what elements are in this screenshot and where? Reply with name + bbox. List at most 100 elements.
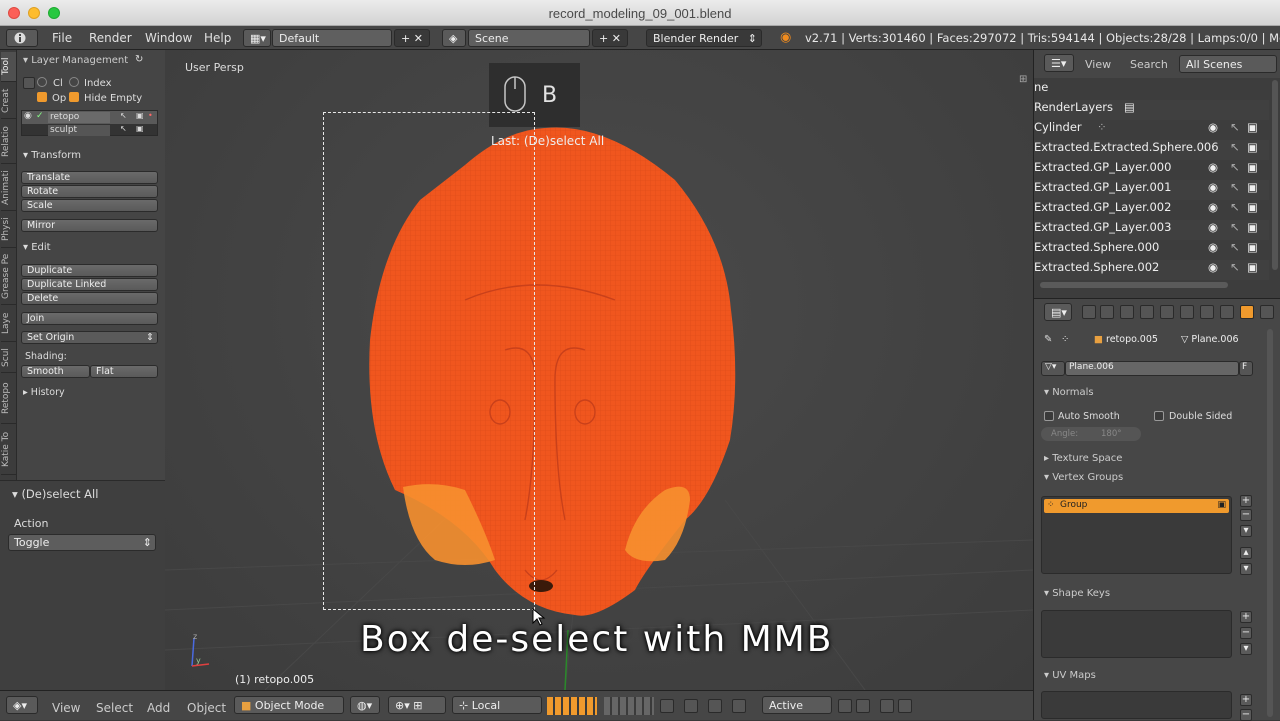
- outliner-row[interactable]: Cylinder ⁘ ◉ ↖ ▣: [1034, 120, 1269, 140]
- flat-button[interactable]: Flat: [90, 365, 158, 378]
- rotate-button[interactable]: Rotate: [21, 185, 158, 198]
- vertex-group-item[interactable]: ⁘ Group ▣: [1044, 499, 1229, 513]
- outliner-row[interactable]: Extracted.GP_Layer.003 ◉ ↖ ▣: [1034, 220, 1269, 240]
- layer-name[interactable]: retopo: [48, 112, 110, 123]
- snap-target-select[interactable]: Active: [762, 696, 832, 714]
- duplicate-linked-button[interactable]: Duplicate Linked: [21, 278, 158, 291]
- outliner-row[interactable]: Extracted.Extracted.Sphere.006 ↖ ▣: [1034, 140, 1269, 160]
- close-icon[interactable]: ✕: [612, 32, 621, 45]
- tab-layers[interactable]: Laye: [1, 306, 16, 342]
- properties-type-button[interactable]: ▤▾: [1044, 303, 1072, 321]
- outliner-search-menu[interactable]: Search: [1130, 58, 1168, 71]
- scene-field[interactable]: Scene: [468, 29, 590, 47]
- remove-shape-key-button[interactable]: −: [1240, 627, 1252, 639]
- wrench-icon[interactable]: [1220, 305, 1234, 319]
- pointer-icon[interactable]: ↖: [1230, 160, 1240, 174]
- outliner-row[interactable]: RenderLayers ▤: [1034, 100, 1269, 120]
- eye-icon[interactable]: ◉: [1208, 260, 1218, 274]
- orientation-select[interactable]: ⊹ Local: [452, 696, 542, 714]
- camera-icon[interactable]: ▣: [1247, 140, 1258, 154]
- edit-panel-header[interactable]: ▾ Edit: [23, 242, 51, 253]
- tab-create[interactable]: Creat: [1, 83, 16, 119]
- editor-type-button[interactable]: ◈▾: [6, 696, 38, 714]
- outliner-scrollbar[interactable]: [1040, 282, 1228, 288]
- mesh-data-tab-icon[interactable]: [1240, 305, 1254, 319]
- uv-maps-panel-header[interactable]: ▾ UV Maps: [1044, 670, 1096, 681]
- layer-management-header[interactable]: ▾ Layer Management: [23, 55, 128, 66]
- pointer-icon[interactable]: ↖: [1230, 140, 1240, 154]
- tab-grease-pencil[interactable]: Grease Pe: [1, 249, 16, 305]
- modifiers-tab-icon[interactable]: [1200, 305, 1214, 319]
- eye-icon[interactable]: ◉: [1208, 200, 1218, 214]
- hide-empty-checkbox[interactable]: [69, 92, 79, 102]
- texture-space-panel-header[interactable]: ▸ Texture Space: [1044, 453, 1122, 464]
- outliner-row[interactable]: Extracted.GP_Layer.002 ◉ ↖ ▣: [1034, 200, 1269, 220]
- mirror-button[interactable]: Mirror: [21, 219, 158, 232]
- join-button[interactable]: Join: [21, 312, 158, 325]
- camera-icon[interactable]: ▣: [1247, 220, 1258, 234]
- angle-slider[interactable]: Angle: 180°: [1041, 427, 1141, 441]
- mode-select[interactable]: ■ Object Mode: [234, 696, 344, 714]
- pointer-icon[interactable]: ↖: [1230, 260, 1240, 274]
- tab-tool[interactable]: Tool: [1, 52, 16, 82]
- mesh-browse-button[interactable]: ▽▾: [1041, 361, 1065, 376]
- layout-selector[interactable]: ▦▾: [243, 29, 271, 47]
- lock-icon[interactable]: ▣: [136, 111, 144, 120]
- ci-radio[interactable]: [37, 77, 47, 87]
- scene-add-remove[interactable]: + ✕: [592, 29, 628, 47]
- camera-icon[interactable]: ▣: [1247, 120, 1258, 134]
- render-tab-icon[interactable]: [1082, 305, 1096, 319]
- layer-name[interactable]: sculpt: [48, 125, 110, 136]
- shading-select[interactable]: ◍▾: [350, 696, 380, 714]
- eye-icon[interactable]: ◉: [1208, 220, 1218, 234]
- layer-buttons[interactable]: [604, 697, 654, 715]
- layer-row[interactable]: sculpt ↖ ▣: [22, 124, 157, 137]
- menu-help[interactable]: Help: [204, 31, 231, 45]
- menu-render[interactable]: Render: [89, 31, 132, 45]
- outliner-row[interactable]: Extracted.Sphere.002 ◉ ↖ ▣: [1034, 260, 1269, 280]
- refresh-icon[interactable]: ↻: [135, 54, 143, 65]
- add-shape-key-button[interactable]: +: [1240, 611, 1252, 623]
- plus-icon[interactable]: ⊞: [1019, 74, 1027, 85]
- pointer-icon[interactable]: ↖: [1230, 180, 1240, 194]
- material-tab-icon[interactable]: [1260, 305, 1274, 319]
- outliner-type-button[interactable]: ☰▾: [1044, 54, 1074, 72]
- transform-panel-header[interactable]: ▾ Transform: [23, 150, 81, 161]
- editor-type-button[interactable]: [6, 29, 38, 47]
- outliner-scope-select[interactable]: All Scenes: [1179, 55, 1277, 73]
- scene-selector[interactable]: ◈: [442, 29, 466, 47]
- delete-button[interactable]: Delete: [21, 292, 158, 305]
- tab-katie-tools[interactable]: Katie To: [1, 425, 16, 475]
- pointer-icon[interactable]: ↖: [1230, 220, 1240, 234]
- outliner-view-menu[interactable]: View: [1085, 58, 1111, 71]
- menu-add[interactable]: Add: [147, 701, 170, 715]
- pivot-select[interactable]: ⊕▾ ⊞: [388, 696, 446, 714]
- pointer-icon[interactable]: ↖: [120, 111, 127, 120]
- layer-buttons[interactable]: [547, 697, 597, 715]
- shape-key-specials-button[interactable]: ▾: [1240, 643, 1252, 655]
- duplicate-button[interactable]: Duplicate: [21, 264, 158, 277]
- remove-uv-map-button[interactable]: −: [1240, 709, 1252, 721]
- operator-panel-header[interactable]: ▾ (De)select All: [12, 487, 98, 501]
- close-icon[interactable]: ✕: [414, 32, 423, 45]
- eye-icon[interactable]: ◉: [1208, 120, 1218, 134]
- lock-icon[interactable]: ▣: [1217, 500, 1226, 510]
- auto-smooth-checkbox[interactable]: [1044, 411, 1054, 421]
- camera-icon[interactable]: ▣: [1247, 180, 1258, 194]
- plus-icon[interactable]: +: [401, 32, 410, 45]
- magnet-icon[interactable]: [708, 699, 722, 713]
- pointer-icon[interactable]: ↖: [120, 124, 127, 133]
- render-engine-select[interactable]: Blender Render ⇕: [646, 29, 762, 47]
- normals-panel-header[interactable]: ▾ Normals: [1044, 387, 1094, 398]
- menu-window[interactable]: Window: [145, 31, 192, 45]
- set-origin-button[interactable]: Set Origin ⇕: [21, 331, 158, 344]
- remove-vertex-group-button[interactable]: −: [1240, 509, 1252, 521]
- action-select[interactable]: Toggle ⇕: [8, 534, 156, 551]
- outliner-row[interactable]: Extracted.GP_Layer.001 ◉ ↖ ▣: [1034, 180, 1269, 200]
- tab-animation[interactable]: Animati: [1, 165, 16, 211]
- shape-keys-panel-header[interactable]: ▾ Shape Keys: [1044, 588, 1110, 599]
- eye-icon[interactable]: ◉: [1208, 180, 1218, 194]
- pin-icon[interactable]: ✎: [1044, 334, 1052, 345]
- eye-icon[interactable]: ◉: [1208, 240, 1218, 254]
- snap-rotate-icon[interactable]: [838, 699, 852, 713]
